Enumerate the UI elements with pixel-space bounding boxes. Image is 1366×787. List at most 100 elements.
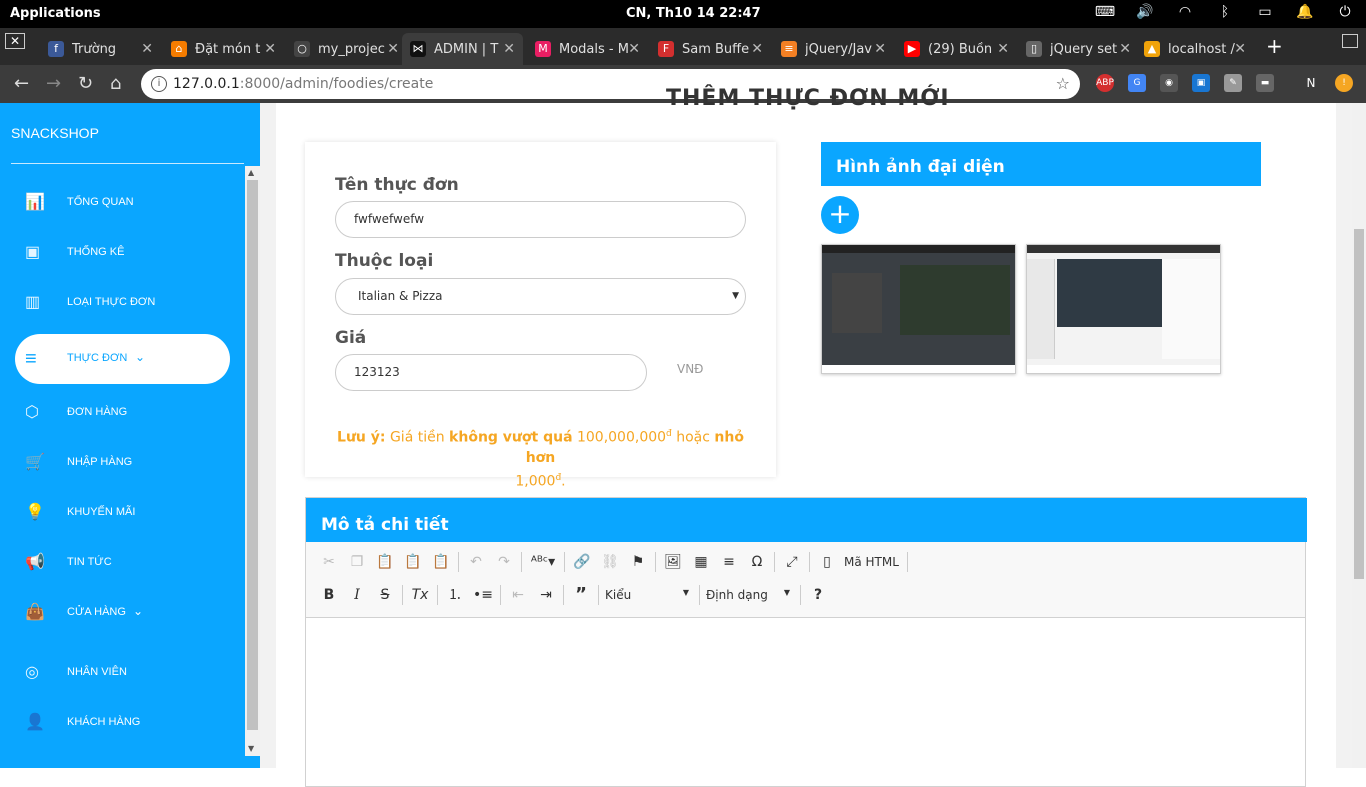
browser-tab[interactable]: ○ my_projec ✕ [286,33,407,65]
adblock-icon[interactable]: ABP [1096,74,1114,92]
browser-tab[interactable]: ⌂ Đặt món t ✕ [163,33,284,65]
bookmark-star-icon[interactable]: ☆ [1056,69,1070,99]
price-input[interactable]: 123123 [335,354,647,391]
image-thumbnail[interactable] [1026,244,1221,374]
window-close-icon[interactable]: ✕ [5,33,25,49]
brand-logo[interactable]: SNACKSHOP [11,125,99,141]
sidebar-item[interactable]: 💡 KHUYẾN MÃI [15,488,230,538]
browser-tab[interactable]: ▲ localhost / ✕ [1136,33,1254,65]
table-icon[interactable]: ▦ [690,551,712,573]
image-icon[interactable]: 🖼 [662,551,684,573]
redo-icon[interactable]: ↷ [493,551,515,573]
sidebar-item[interactable]: 📊 TỔNG QUAN [15,178,230,228]
battery-icon[interactable]: ▭ [1254,4,1276,24]
applications-menu[interactable]: Applications [10,6,101,21]
update-alert-icon[interactable]: ! [1335,74,1353,92]
tab-close-icon[interactable]: ✕ [1119,41,1131,57]
paste-word-icon[interactable]: 📋 [430,551,452,573]
page-scroll-thumb[interactable] [1354,229,1364,579]
extension-spy-icon[interactable]: ◉ [1160,74,1178,92]
link-icon[interactable]: 🔗 [571,551,593,573]
extension-window-icon[interactable]: ▣ [1192,74,1210,92]
wifi-icon[interactable]: ◠ [1174,4,1196,24]
sidebar-item[interactable]: ◎ NHÂN VIÊN [15,648,230,698]
sidebar-item[interactable]: ⬡ ĐƠN HÀNG [15,388,230,438]
special-char-icon[interactable]: Ω [746,551,768,573]
volume-icon[interactable]: 🔊 [1134,4,1156,24]
tab-close-icon[interactable]: ✕ [387,41,399,57]
tab-close-icon[interactable]: ✕ [264,41,276,57]
cut-icon[interactable]: ✂ [318,551,340,573]
remove-format-icon[interactable]: Tx [409,584,431,606]
back-icon[interactable]: ← [14,73,29,94]
bluetooth-icon[interactable]: ᛒ [1214,4,1236,24]
format-combo[interactable]: Định dạng ▼ [706,588,794,602]
paste-text-icon[interactable]: 📋 [402,551,424,573]
italic-icon[interactable]: I [346,584,368,606]
sidebar-scroll-thumb[interactable] [247,180,258,730]
chevron-down-icon[interactable]: ⌄ [133,604,143,618]
window-restore-icon[interactable] [1342,34,1358,48]
category-select[interactable]: Italian & Pizza ▼ [335,278,746,315]
home-icon[interactable]: ⌂ [110,73,121,94]
paste-icon[interactable]: 📋 [374,551,396,573]
forward-icon[interactable]: → [46,73,61,94]
blockquote-icon[interactable]: ” [570,584,592,606]
browser-tab[interactable]: ▯ jQuery set ✕ [1018,33,1139,65]
source-button[interactable]: Mã HTML [844,555,899,569]
tab-close-icon[interactable]: ✕ [874,41,886,57]
sidebar-scrollbar[interactable]: ▲ ▼ [245,166,260,756]
site-info-icon[interactable]: i [151,76,167,92]
scroll-down-arrow-icon[interactable]: ▼ [248,744,254,753]
browser-tab[interactable]: F Sam Buffe ✕ [650,33,771,65]
outdent-icon[interactable]: ⇤ [507,584,529,606]
undo-icon[interactable]: ↶ [465,551,487,573]
tab-close-icon[interactable]: ✕ [503,41,515,57]
scroll-up-arrow-icon[interactable]: ▲ [248,168,254,177]
tab-close-icon[interactable]: ✕ [141,41,153,57]
chevron-down-icon[interactable]: ⌄ [135,350,145,364]
browser-tab[interactable]: f Trường ✕ [40,33,161,65]
notification-bell-icon[interactable]: 🔔 [1294,4,1316,24]
numbered-list-icon[interactable]: ⒈ [444,584,466,606]
indent-icon[interactable]: ⇥ [535,584,557,606]
spellcheck-icon[interactable]: ᴬᴮᶜ▾ [528,551,558,573]
sidebar-item[interactable]: 📢 TIN TỨC [15,538,230,588]
image-thumbnail[interactable] [821,244,1016,374]
anchor-flag-icon[interactable]: ⚑ [627,551,649,573]
extension-car-icon[interactable]: ▬ [1256,74,1274,92]
tab-close-icon[interactable]: ✕ [628,41,640,57]
bulleted-list-icon[interactable]: •≡ [472,584,494,606]
profile-avatar[interactable]: N [1302,74,1320,92]
clock[interactable]: CN, Th10 14 22:47 [626,6,761,21]
new-tab-button[interactable]: + [1266,34,1283,58]
help-icon[interactable]: ? [807,584,829,606]
sidebar-item[interactable]: ≡ THỰC ĐƠN ⌄ [15,334,230,384]
editor-body[interactable] [306,618,1305,786]
extension-tool-icon[interactable]: ✎ [1224,74,1242,92]
horizontal-line-icon[interactable]: ≡ [718,551,740,573]
power-icon[interactable]: ⏻ [1334,4,1356,24]
sidebar-item[interactable]: ▣ THỐNG KÊ [15,228,230,278]
sidebar-item[interactable]: 👤 KHÁCH HÀNG [15,698,230,748]
style-combo[interactable]: Kiểu ▼ [605,588,693,602]
source-icon[interactable]: ▯ [816,551,838,573]
name-input[interactable]: fwfwefwefw [335,201,746,238]
reload-icon[interactable]: ↻ [78,73,93,94]
tab-close-icon[interactable]: ✕ [751,41,763,57]
sidebar-item[interactable]: ▥ LOẠI THỰC ĐƠN [15,278,230,328]
maximize-icon[interactable]: ⤢ [781,551,803,573]
browser-tab[interactable]: ⋈ ADMIN | T ✕ [402,33,523,65]
tab-close-icon[interactable]: ✕ [1234,41,1246,57]
browser-tab[interactable]: M Modals - M ✕ [527,33,648,65]
sidebar-item[interactable]: 👜 CỬA HÀNG ⌄ [15,588,230,638]
copy-icon[interactable]: ❐ [346,551,368,573]
strikethrough-icon[interactable]: S [374,584,396,606]
sidebar-item[interactable]: 🛒 NHẬP HÀNG [15,438,230,488]
tab-close-icon[interactable]: ✕ [997,41,1009,57]
unlink-icon[interactable]: ⛓ [599,551,621,573]
page-scrollbar[interactable] [1352,103,1366,768]
browser-tab[interactable]: ▶ (29) Buồn ✕ [896,33,1017,65]
keyboard-icon[interactable]: ⌨ [1094,4,1116,24]
translate-icon[interactable]: G [1128,74,1146,92]
